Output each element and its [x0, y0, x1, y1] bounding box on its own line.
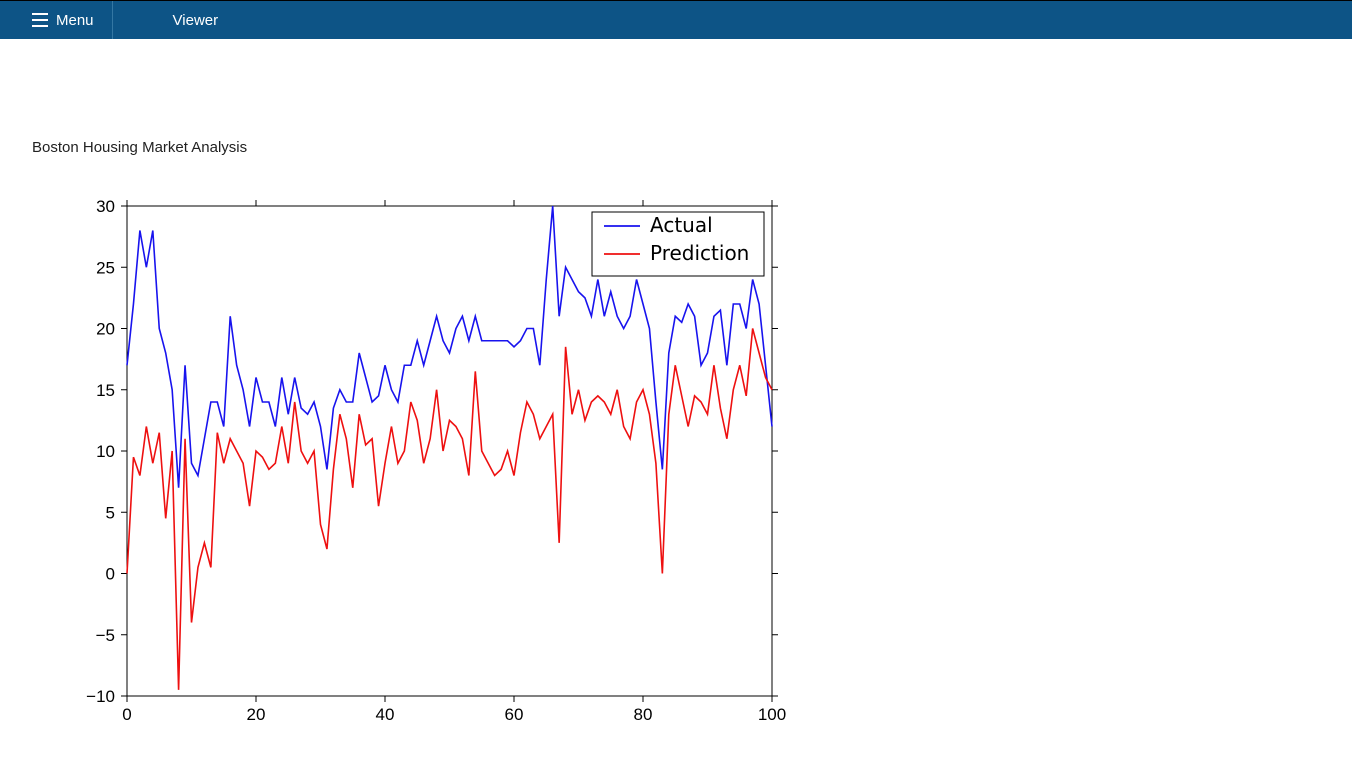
- svg-text:0: 0: [106, 565, 115, 584]
- svg-text:Prediction: Prediction: [650, 241, 749, 265]
- svg-text:−5: −5: [96, 626, 115, 645]
- chart-container: −10 −5 0 5 10 15 20 25 30 0 20 40 60 80 100 Actual Predi…: [32, 186, 792, 746]
- svg-text:30: 30: [96, 197, 115, 216]
- line-chart: −10 −5 0 5 10 15 20 25 30 0 20 40 60 80 100 Actual Predi…: [32, 186, 792, 746]
- viewer-label: Viewer: [113, 12, 279, 29]
- svg-text:5: 5: [106, 503, 115, 522]
- menu-label: Menu: [56, 12, 94, 29]
- content-area: Boston Housing Market Analysis −10 −5 0 5 10…: [0, 39, 1352, 746]
- svg-text:100: 100: [758, 705, 786, 724]
- svg-text:40: 40: [376, 705, 395, 724]
- top-bar: Menu Viewer: [0, 0, 1352, 39]
- svg-text:10: 10: [96, 442, 115, 461]
- svg-text:20: 20: [247, 705, 266, 724]
- svg-text:80: 80: [634, 705, 653, 724]
- svg-text:25: 25: [96, 258, 115, 277]
- svg-text:0: 0: [122, 705, 131, 724]
- svg-text:−10: −10: [86, 687, 115, 706]
- svg-text:Actual: Actual: [650, 213, 713, 237]
- svg-text:20: 20: [96, 320, 115, 339]
- menu-button[interactable]: Menu: [0, 1, 112, 39]
- hamburger-icon: [32, 13, 48, 27]
- svg-text:60: 60: [505, 705, 524, 724]
- page-title: Boston Housing Market Analysis: [32, 139, 1352, 156]
- svg-text:15: 15: [96, 381, 115, 400]
